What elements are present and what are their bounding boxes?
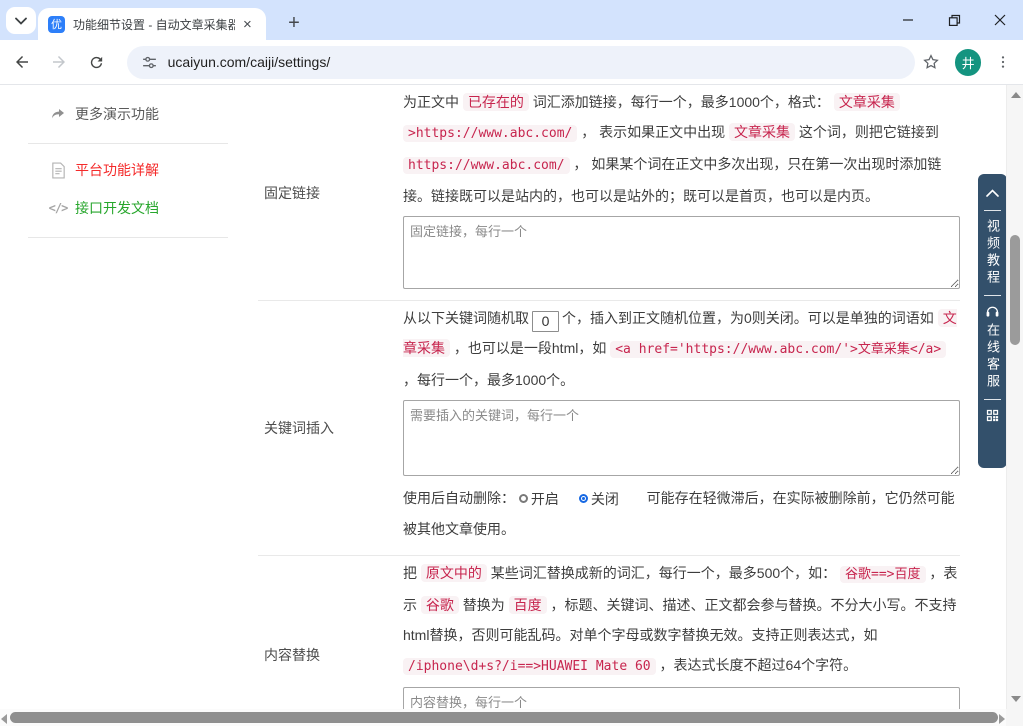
scrollbar-corner <box>1006 709 1023 726</box>
sidebar-item-label: 更多演示功能 <box>75 106 159 122</box>
chevron-down-icon <box>15 12 27 30</box>
radio-icon <box>578 494 588 503</box>
field-label: 关键词插入 <box>264 419 334 436</box>
panel-divider <box>984 210 1001 211</box>
reload-button[interactable] <box>81 46 113 78</box>
panel-divider <box>984 399 1001 400</box>
profile-avatar[interactable]: 井 <box>954 48 982 76</box>
browser-menu-icon[interactable] <box>987 46 1019 78</box>
page-content: 更多演示功能 平台功能详解 </> 接口开发文档 固定链接 为正文中 已存在的 … <box>0 85 1023 726</box>
radio-icon <box>518 494 528 503</box>
keywords-textarea[interactable] <box>403 400 960 476</box>
collapse-button[interactable] <box>986 184 999 202</box>
forward-button[interactable] <box>44 46 76 78</box>
close-button[interactable] <box>977 0 1023 40</box>
field-description: 从以下关键词随机取个，插入到正文随机位置，为0则关闭。可以是单独的词语如 文章采… <box>403 303 960 395</box>
auto-delete-options: 使用后自动删除： 开启 关闭 可能存在轻微滞后，在实际被删除前，它仍然可能被其他文… <box>403 483 960 544</box>
video-tutorial-button[interactable]: 视频教程 <box>985 219 1000 287</box>
restore-button[interactable] <box>931 0 977 40</box>
field-label: 固定链接 <box>264 184 320 201</box>
online-service-button[interactable]: 在线客服 <box>985 323 1000 391</box>
vertical-scrollbar-thumb[interactable] <box>1010 235 1020 345</box>
browser-toolbar: ucaiyun.com/caiji/settings/ 井 <box>0 40 1023 85</box>
vertical-scrollbar[interactable] <box>1006 85 1023 726</box>
tab-title: 功能细节设置 - 自动文章采集器 <box>73 17 235 32</box>
keyword-count-input[interactable] <box>532 310 559 332</box>
sidebar: 更多演示功能 平台功能详解 </> 接口开发文档 <box>0 85 258 726</box>
sidebar-item-more-demos[interactable]: 更多演示功能 <box>48 100 159 128</box>
form-row-keyword-insert: 关键词插入 从以下关键词随机取个，插入到正文随机位置，为0则关闭。可以是单独的词… <box>258 301 960 556</box>
side-float-panel: 视频教程 在线客服 <box>978 174 1007 468</box>
form-row-fixed-links: 固定链接 为正文中 已存在的 词汇添加链接，每行一个，最多1000个，格式： 文… <box>258 85 960 301</box>
fixed-links-textarea[interactable] <box>403 216 960 289</box>
document-icon <box>48 160 68 180</box>
horizontal-scrollbar[interactable] <box>0 709 1006 726</box>
code-icon: </> <box>48 201 69 215</box>
tab-close-icon[interactable]: × <box>239 15 256 34</box>
panel-divider <box>984 295 1001 296</box>
tab-search-button[interactable] <box>6 7 36 34</box>
qr-code-icon <box>985 408 1000 428</box>
browser-tab[interactable]: 优 功能细节设置 - 自动文章采集器 × <box>38 8 266 40</box>
scroll-right-arrow[interactable] <box>999 714 1005 724</box>
share-arrow-icon <box>48 104 68 124</box>
chevron-up-icon <box>986 184 999 202</box>
horizontal-scrollbar-thumb[interactable] <box>10 712 998 723</box>
radio-open-option[interactable]: 开启 <box>518 484 559 514</box>
minimize-button[interactable] <box>885 0 931 40</box>
browser-titlebar: 优 功能细节设置 - 自动文章采集器 × + <box>0 0 1023 40</box>
url-bar[interactable]: ucaiyun.com/caiji/settings/ <box>126 45 916 79</box>
scroll-left-arrow[interactable] <box>1 714 7 724</box>
new-tab-button[interactable]: + <box>280 9 308 37</box>
field-description: 为正文中 已存在的 词汇添加链接，每行一个，最多1000个，格式： 文章采集>h… <box>403 93 943 204</box>
sidebar-item-label: 接口开发文档 <box>75 200 159 216</box>
back-button[interactable] <box>6 46 38 78</box>
field-description: 把 原文中的 某些词汇替换成新的词汇，每行一个，最多500个，如： 谷歌==>百… <box>403 563 958 675</box>
headset-icon[interactable] <box>985 304 1000 318</box>
bookmark-star-icon[interactable] <box>915 46 947 78</box>
form-row-content-replace: 内容替换 把 原文中的 某些词汇替换成新的词汇，每行一个，最多500个，如： 谷… <box>258 556 960 726</box>
sidebar-divider <box>28 237 228 238</box>
qr-code-button[interactable] <box>985 408 1000 428</box>
radio-close-option[interactable]: 关闭 <box>578 484 619 514</box>
site-favicon-icon: 优 <box>48 15 65 33</box>
url-text: ucaiyun.com/caiji/settings/ <box>167 54 331 70</box>
settings-form: 固定链接 为正文中 已存在的 词汇添加链接，每行一个，最多1000个，格式： 文… <box>258 85 960 726</box>
sidebar-divider <box>28 143 228 144</box>
sidebar-item-platform-features[interactable]: 平台功能详解 <box>48 156 159 184</box>
field-label: 内容替换 <box>264 646 320 663</box>
sidebar-item-api-docs[interactable]: </> 接口开发文档 <box>48 194 159 222</box>
scroll-up-arrow[interactable] <box>1011 92 1021 98</box>
scroll-down-arrow[interactable] <box>1011 696 1021 702</box>
site-settings-icon[interactable] <box>141 54 158 71</box>
sidebar-item-label: 平台功能详解 <box>75 162 159 178</box>
